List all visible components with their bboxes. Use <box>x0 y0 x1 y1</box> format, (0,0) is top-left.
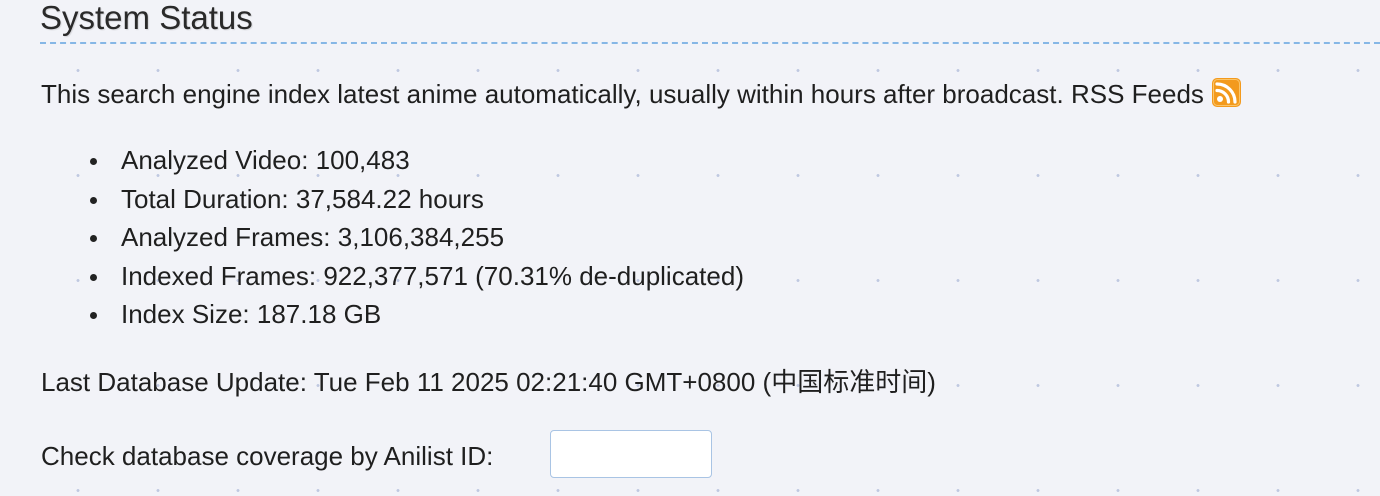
system-status-panel: System Status This search engine index l… <box>0 0 1380 496</box>
stat-label: Analyzed Frames: <box>121 222 331 252</box>
update-label: Last Database Update: <box>41 367 307 397</box>
stat-analyzed-frames: Analyzed Frames: 3,106,384,255 <box>90 218 744 257</box>
stat-value: 187.18 GB <box>256 299 382 329</box>
last-database-update: Last Database Update: Tue Feb 11 2025 02… <box>41 366 936 398</box>
stat-value: 922,377,571 (70.31% de-duplicated) <box>323 260 744 291</box>
stat-label: Total Duration: <box>121 183 289 214</box>
description-text: This search engine index latest anime au… <box>41 79 1064 109</box>
list-bullet <box>90 158 97 165</box>
stat-value: 37,584.22 hours <box>295 183 484 214</box>
section-title: System Status <box>40 0 253 36</box>
list-bullet <box>90 312 97 319</box>
title-divider <box>40 42 1380 44</box>
stat-label: Index Size: <box>121 299 250 329</box>
rss-icon[interactable] <box>1211 78 1241 107</box>
stat-indexed-frames: Indexed Frames: 922,377,571 (70.31% de-d… <box>90 257 744 296</box>
rss-feeds-label: RSS Feeds <box>1070 79 1204 109</box>
stats-list: Analyzed Video: 100,483 Total Duration: … <box>90 141 744 334</box>
stat-analyzed-video: Analyzed Video: 100,483 <box>90 141 744 180</box>
list-bullet <box>90 273 97 281</box>
list-bullet <box>90 235 97 242</box>
coverage-label: Check database coverage by Anilist ID: <box>41 441 494 471</box>
stat-value: 3,106,384,255 <box>337 222 505 252</box>
stat-index-size: Index Size: 187.18 GB <box>90 295 744 334</box>
list-bullet <box>90 196 97 204</box>
update-timestamp: Tue Feb 11 2025 02:21:40 GMT+0800 (中国标准时… <box>313 367 936 397</box>
stat-value: 100,483 <box>315 145 410 175</box>
rss-feeds-link[interactable]: RSS Feeds <box>1070 78 1241 109</box>
index-description: This search engine index latest anime au… <box>41 78 1241 110</box>
anilist-id-input[interactable] <box>550 430 712 478</box>
stat-label: Analyzed Video: <box>121 145 309 175</box>
stat-label: Indexed Frames: <box>121 260 317 291</box>
stat-total-duration: Total Duration: 37,584.22 hours <box>90 180 744 219</box>
